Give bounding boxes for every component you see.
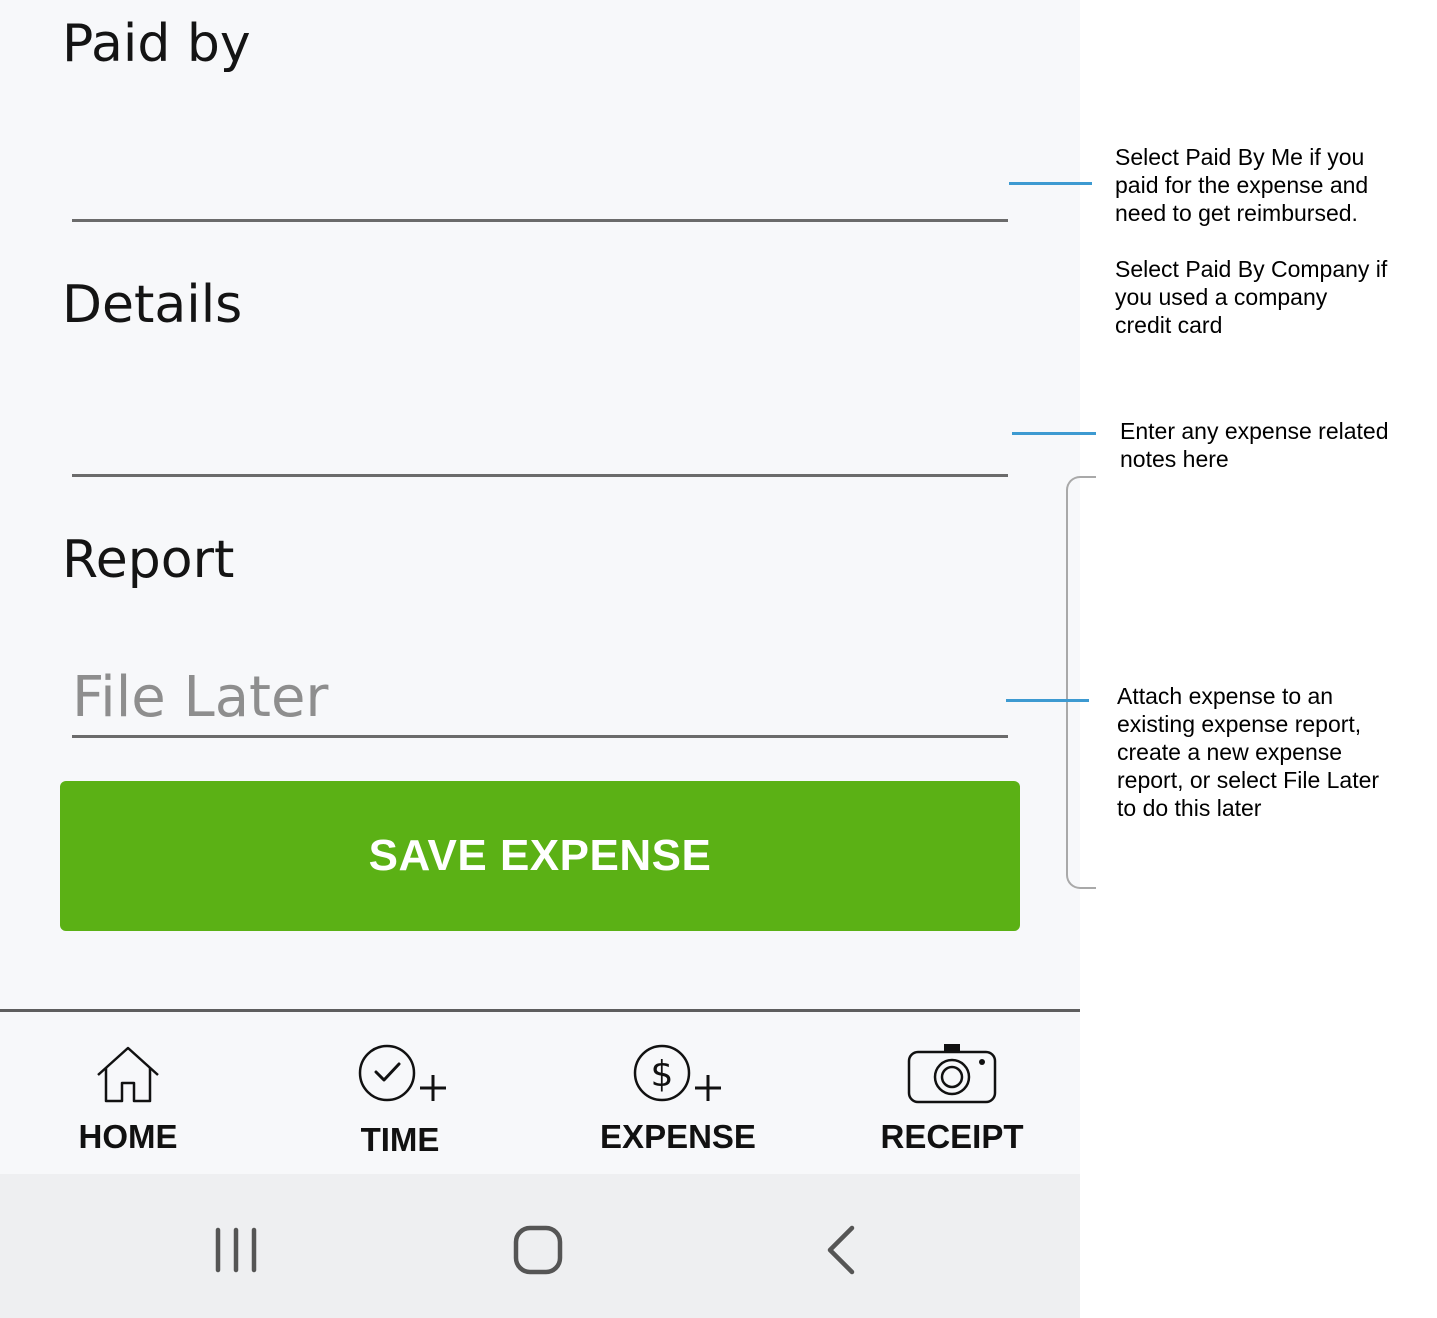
back-icon[interactable] [820,1224,860,1276]
home-icon [97,1046,159,1103]
clock-plus-icon [358,1044,446,1102]
callout-connector-report [1006,699,1089,702]
home-button-icon[interactable] [512,1224,564,1276]
callout-connector-details [1012,432,1096,435]
nav-label-receipt: RECEIPT [880,1118,1024,1155]
nav-item-expense[interactable]: $ EXPENSE [592,1012,764,1172]
details-label: Details [62,275,243,335]
details-input[interactable] [72,398,1008,474]
callout-connector-paid-by [1009,182,1092,185]
nav-label-expense: EXPENSE [600,1118,756,1155]
callout-details: Enter any expense related notes here [1120,418,1389,472]
callout-paid-by: Select Paid By Me if you paid for the ex… [1115,144,1388,338]
callout-report: Attach expense to an existing expense re… [1117,683,1380,821]
camera-icon [907,1044,997,1104]
paid-by-label: Paid by [62,14,251,74]
svg-text:$: $ [651,1054,674,1095]
nav-label-home: HOME [78,1118,178,1155]
nav-item-receipt[interactable]: RECEIPT [872,1012,1032,1172]
report-field[interactable] [72,659,1008,738]
save-expense-button[interactable]: SAVE EXPENSE [60,781,1020,931]
dollar-plus-icon: $ [633,1044,721,1102]
expense-form-screen: Paid by Details Report SAVE EXPENSE HOME [0,0,1080,1318]
recent-apps-icon[interactable] [212,1226,260,1274]
report-input[interactable] [72,659,1008,735]
nav-item-time[interactable]: TIME [330,1012,470,1172]
nav-item-home[interactable]: HOME [58,1012,198,1172]
nav-label-time: TIME [360,1121,440,1158]
system-nav-bar [0,1174,1080,1318]
details-field[interactable] [72,398,1008,477]
bottom-nav: HOME TIME $ EXPENSE RECEIPT [0,1009,1080,1177]
callout-bracket [1066,476,1096,889]
report-label: Report [62,530,235,590]
paid-by-field[interactable] [72,143,1008,222]
paid-by-input[interactable] [72,143,1008,219]
